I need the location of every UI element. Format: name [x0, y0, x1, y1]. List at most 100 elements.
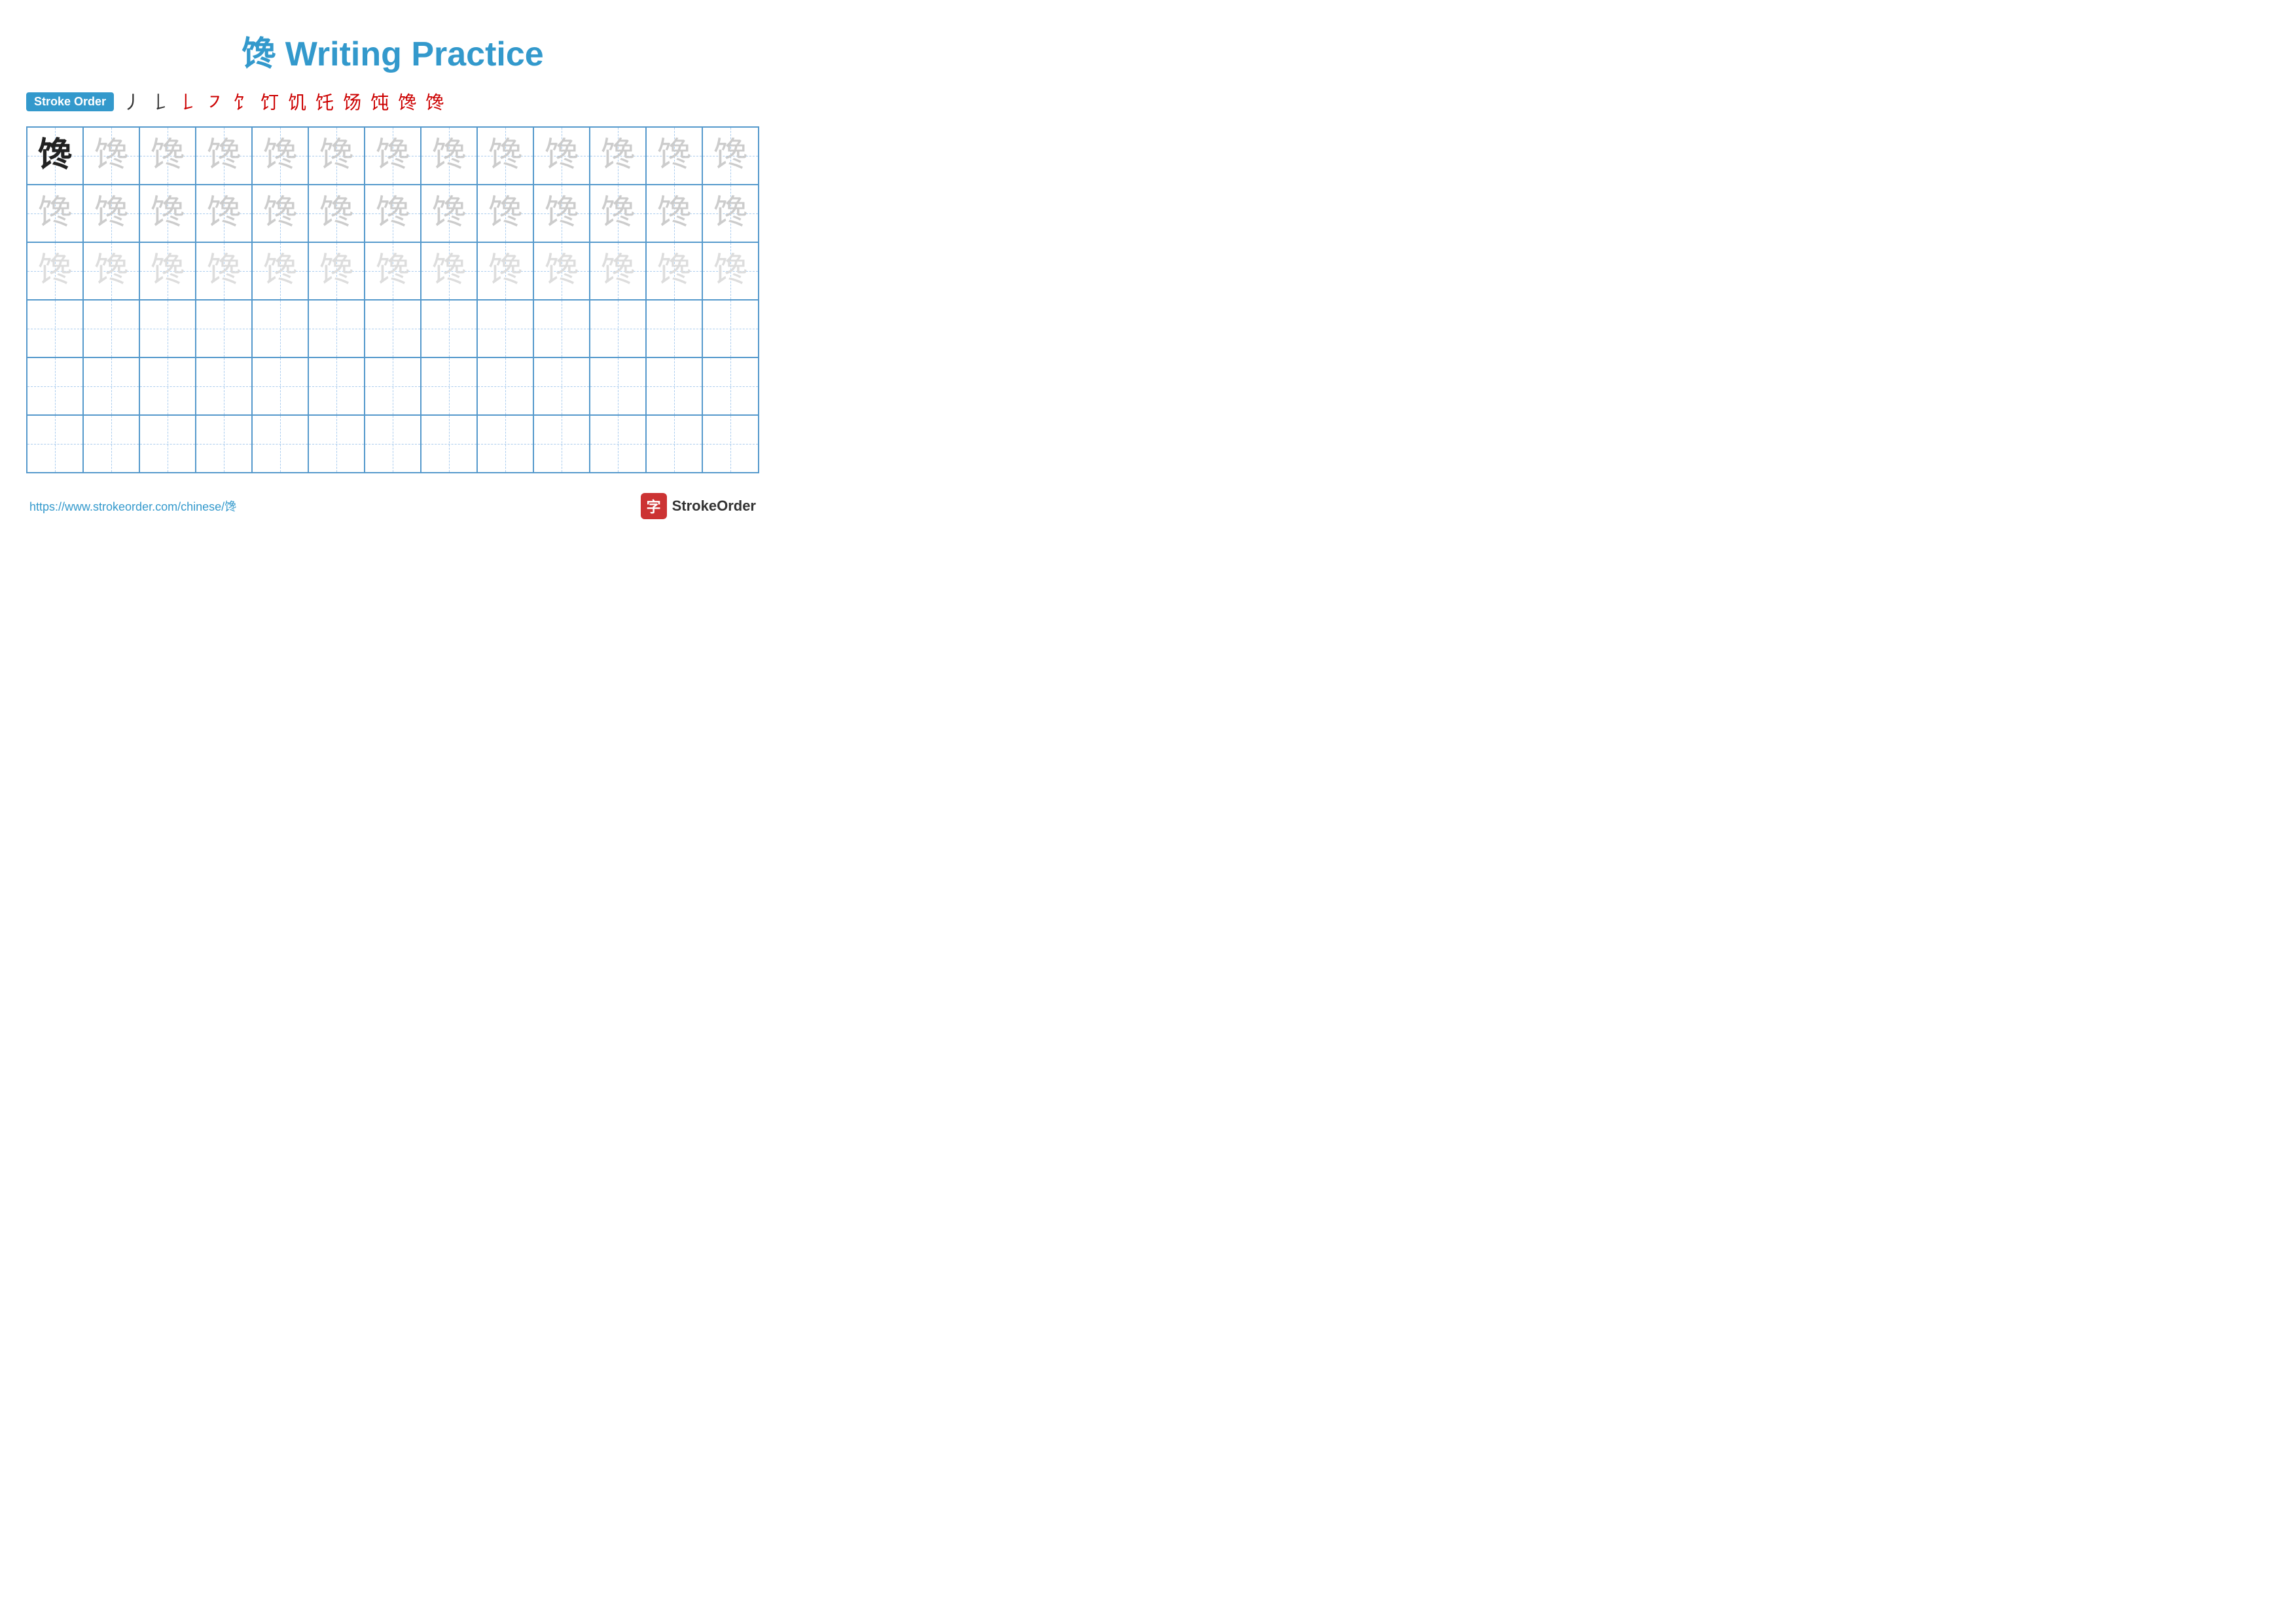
grid-cell-4-4[interactable] — [196, 301, 253, 357]
brand-icon: 字 — [641, 493, 667, 519]
grid-cell-1-3: 馋 — [140, 128, 196, 184]
stroke-step-3: 𠄌 — [178, 88, 196, 115]
char-light: 馋 — [657, 139, 691, 173]
grid-cell-6-13[interactable] — [703, 416, 758, 472]
grid-row-6 — [27, 416, 758, 472]
grid-cell-3-2: 馋 — [84, 243, 140, 299]
grid-cell-2-12: 馋 — [647, 185, 703, 242]
grid-cell-6-9[interactable] — [478, 416, 534, 472]
char-dark: 馋 — [38, 139, 72, 173]
grid-cell-5-7[interactable] — [365, 358, 422, 414]
grid-cell-5-11[interactable] — [590, 358, 647, 414]
grid-cell-5-12[interactable] — [647, 358, 703, 414]
grid-cell-4-12[interactable] — [647, 301, 703, 357]
grid-cell-6-10[interactable] — [534, 416, 590, 472]
char-lighter: 馋 — [657, 254, 691, 288]
char-light: 馋 — [94, 196, 128, 230]
char-light: 馋 — [263, 196, 297, 230]
grid-cell-4-5[interactable] — [253, 301, 309, 357]
stroke-order-badge: Stroke Order — [26, 92, 114, 111]
footer-link[interactable]: https://www.strokeorder.com/chinese/馋 — [29, 498, 236, 515]
char-lighter: 馋 — [545, 254, 579, 288]
grid-cell-3-9: 馋 — [478, 243, 534, 299]
grid-cell-5-10[interactable] — [534, 358, 590, 414]
grid-cell-4-7[interactable] — [365, 301, 422, 357]
grid-row-2: 馋 馋 馋 馋 馋 馋 馋 馋 馋 馋 馋 馋 馋 — [27, 185, 758, 243]
char-light: 馋 — [94, 139, 128, 173]
grid-cell-6-6[interactable] — [309, 416, 365, 472]
grid-cell-5-9[interactable] — [478, 358, 534, 414]
stroke-step-7: 饥 — [288, 88, 306, 115]
practice-grid: 馋 馋 馋 馋 馋 馋 馋 馋 馋 馋 馋 馋 馋 馋 馋 馋 馋 馋 馋 馋 … — [26, 126, 759, 473]
grid-cell-1-2: 馋 — [84, 128, 140, 184]
page-title: 馋 Writing Practice — [26, 26, 759, 75]
grid-cell-4-6[interactable] — [309, 301, 365, 357]
grid-cell-2-10: 馋 — [534, 185, 590, 242]
char-light: 馋 — [38, 196, 72, 230]
grid-cell-5-3[interactable] — [140, 358, 196, 414]
grid-cell-3-1: 馋 — [27, 243, 84, 299]
grid-cell-4-9[interactable] — [478, 301, 534, 357]
grid-cell-3-6: 馋 — [309, 243, 365, 299]
grid-cell-3-13: 馋 — [703, 243, 758, 299]
grid-cell-1-4: 馋 — [196, 128, 253, 184]
grid-cell-6-5[interactable] — [253, 416, 309, 472]
char-lighter: 馋 — [488, 254, 522, 288]
grid-cell-2-13: 馋 — [703, 185, 758, 242]
grid-cell-5-5[interactable] — [253, 358, 309, 414]
char-lighter: 馋 — [601, 254, 635, 288]
char-lighter: 馋 — [319, 254, 353, 288]
grid-cell-6-11[interactable] — [590, 416, 647, 472]
grid-cell-6-7[interactable] — [365, 416, 422, 472]
stroke-step-12: 馋 — [425, 88, 444, 115]
grid-cell-4-10[interactable] — [534, 301, 590, 357]
char-light: 馋 — [545, 139, 579, 173]
grid-cell-4-8[interactable] — [422, 301, 478, 357]
char-light: 馋 — [376, 196, 410, 230]
grid-cell-4-1[interactable] — [27, 301, 84, 357]
grid-cell-1-1: 馋 — [27, 128, 84, 184]
grid-cell-3-10: 馋 — [534, 243, 590, 299]
grid-cell-6-12[interactable] — [647, 416, 703, 472]
char-lighter: 馋 — [38, 254, 72, 288]
grid-cell-4-2[interactable] — [84, 301, 140, 357]
char-light: 馋 — [263, 139, 297, 173]
grid-cell-4-3[interactable] — [140, 301, 196, 357]
grid-cell-2-3: 馋 — [140, 185, 196, 242]
grid-cell-5-8[interactable] — [422, 358, 478, 414]
grid-cell-2-8: 馋 — [422, 185, 478, 242]
grid-cell-2-6: 馋 — [309, 185, 365, 242]
grid-cell-5-13[interactable] — [703, 358, 758, 414]
grid-cell-6-3[interactable] — [140, 416, 196, 472]
grid-cell-4-13[interactable] — [703, 301, 758, 357]
char-light: 馋 — [151, 139, 185, 173]
grid-row-4 — [27, 301, 758, 358]
grid-row-3: 馋 馋 馋 馋 馋 馋 馋 馋 馋 馋 馋 馋 馋 — [27, 243, 758, 301]
grid-cell-6-8[interactable] — [422, 416, 478, 472]
grid-cell-3-12: 馋 — [647, 243, 703, 299]
char-lighter: 馋 — [376, 254, 410, 288]
char-lighter: 馋 — [151, 254, 185, 288]
stroke-step-4: ㇇ — [206, 88, 224, 115]
grid-cell-6-2[interactable] — [84, 416, 140, 472]
grid-cell-2-5: 馋 — [253, 185, 309, 242]
char-lighter: 馋 — [713, 254, 747, 288]
grid-cell-6-4[interactable] — [196, 416, 253, 472]
grid-cell-6-1[interactable] — [27, 416, 84, 472]
char-light: 馋 — [432, 139, 466, 173]
grid-cell-5-1[interactable] — [27, 358, 84, 414]
grid-cell-4-11[interactable] — [590, 301, 647, 357]
grid-cell-1-10: 馋 — [534, 128, 590, 184]
grid-cell-5-2[interactable] — [84, 358, 140, 414]
grid-row-1: 馋 馋 馋 馋 馋 馋 馋 馋 馋 馋 馋 馋 馋 — [27, 128, 758, 185]
grid-cell-5-4[interactable] — [196, 358, 253, 414]
grid-cell-5-6[interactable] — [309, 358, 365, 414]
char-lighter: 馋 — [207, 254, 241, 288]
stroke-order-row: Stroke Order 丿 𠄌 𠄌 ㇇ 饣 饤 饥 饦 饧 饨 馋 馋 — [26, 88, 759, 115]
stroke-step-1: 丿 — [123, 88, 141, 115]
grid-cell-1-12: 馋 — [647, 128, 703, 184]
grid-cell-3-7: 馋 — [365, 243, 422, 299]
char-light: 馋 — [601, 196, 635, 230]
char-light: 馋 — [545, 196, 579, 230]
grid-cell-2-7: 馋 — [365, 185, 422, 242]
